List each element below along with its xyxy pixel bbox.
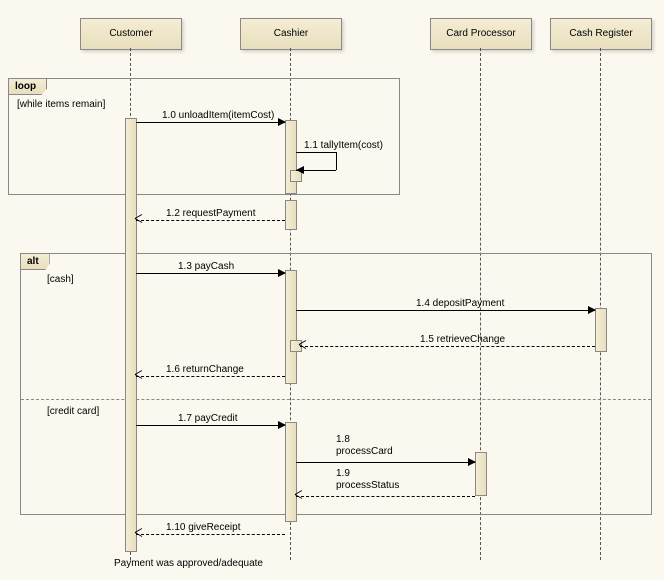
msg-processstatus-num: 1.9	[336, 468, 350, 479]
msg-paycredit[interactable]: 1.7 payCredit	[136, 415, 285, 427]
msg-processstatus-label: processStatus	[336, 480, 399, 491]
msg-tallyitem-label: 1.1 tallyItem(cost)	[304, 140, 383, 151]
msg-retrievechange-label: 1.5 retrieveChange	[420, 334, 505, 345]
frame-alt-guard-cash: [cash]	[47, 274, 74, 285]
msg-returnchange-label: 1.6 returnChange	[166, 364, 244, 375]
frame-alt-guard-credit: [credit card]	[47, 406, 99, 417]
msg-unloaditem[interactable]: 1.0 unloadItem(itemCost)	[136, 112, 285, 124]
activation-cashier-cash	[285, 270, 297, 384]
lifeline-cashregister[interactable]: Cash Register	[550, 18, 652, 50]
activation-customer	[125, 118, 137, 552]
sequence-diagram: { "lifelines": { "customer": "Customer",…	[0, 0, 664, 580]
msg-givereceipt-label: 1.10 giveReceipt	[166, 522, 241, 533]
activation-register	[595, 308, 607, 352]
frame-alt-divider	[21, 399, 651, 400]
lifeline-cashier[interactable]: Cashier	[240, 18, 342, 50]
msg-processcard-label: processCard	[336, 446, 393, 457]
msg-paycredit-label: 1.7 payCredit	[178, 413, 237, 424]
activation-cashier-1	[285, 120, 297, 194]
msg-paycash-label: 1.3 payCash	[178, 261, 234, 272]
frame-loop[interactable]: loop [while items remain]	[8, 78, 400, 195]
msg-processstatus[interactable]: 1.9 processStatus	[296, 478, 475, 490]
msg-processcard-num: 1.8	[336, 434, 350, 445]
note-approved: Payment was approved/adequate	[114, 558, 263, 569]
lifeline-customer[interactable]: Customer	[80, 18, 182, 50]
msg-depositpayment-label: 1.4 depositPayment	[416, 298, 504, 309]
msg-depositpayment[interactable]: 1.4 depositPayment	[296, 300, 595, 312]
msg-unloaditem-label: 1.0 unloadItem(itemCost)	[162, 110, 274, 121]
msg-paycash[interactable]: 1.3 payCash	[136, 263, 285, 275]
activation-cashier-credit	[285, 422, 297, 522]
msg-returnchange[interactable]: 1.6 returnChange	[136, 366, 285, 378]
msg-requestpayment-label: 1.2 requestPayment	[166, 208, 256, 219]
activation-cardproc	[475, 452, 487, 496]
activation-cashier-req	[285, 200, 297, 230]
msg-processcard[interactable]: 1.8 processCard	[296, 444, 475, 456]
lifeline-cardprocessor[interactable]: Card Processor	[430, 18, 532, 50]
frame-loop-guard: [while items remain]	[17, 99, 105, 110]
frame-alt-label: alt	[21, 254, 50, 270]
msg-retrievechange[interactable]: 1.5 retrieveChange	[300, 336, 595, 348]
msg-givereceipt[interactable]: 1.10 giveReceipt	[136, 524, 285, 536]
msg-requestpayment[interactable]: 1.2 requestPayment	[136, 210, 285, 222]
frame-loop-label: loop	[9, 79, 47, 95]
